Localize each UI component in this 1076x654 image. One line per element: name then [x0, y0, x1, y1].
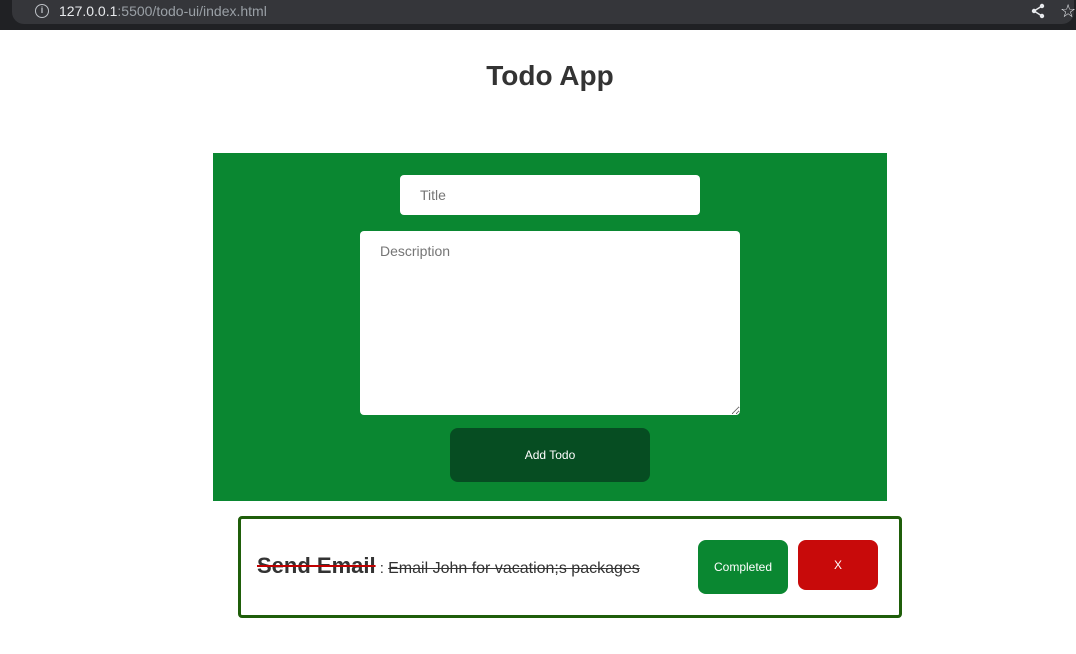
todo-title: Send Email [257, 553, 376, 578]
add-todo-button[interactable]: Add Todo [450, 428, 650, 482]
delete-button[interactable]: X [798, 540, 878, 590]
browser-toolbar: i 127.0.0.1:5500/todo-ui/index.html ☆ [0, 0, 1076, 30]
page-title: Todo App [486, 60, 614, 91]
url-text[interactable]: 127.0.0.1:5500/todo-ui/index.html [59, 3, 267, 19]
completed-button[interactable]: Completed [698, 540, 788, 594]
url-host: 127.0.0.1 [59, 3, 118, 19]
todo-description: Email John for vacation;s packages [388, 560, 640, 577]
todo-text: Send Email : Email John for vacation;s p… [257, 553, 640, 579]
share-icon[interactable] [1030, 3, 1046, 19]
todo-item: Send Email : Email John for vacation;s p… [238, 516, 902, 618]
todo-separator: : [375, 560, 389, 577]
info-icon[interactable]: i [35, 4, 49, 18]
address-bar[interactable]: i 127.0.0.1:5500/todo-ui/index.html [12, 0, 1074, 24]
title-input[interactable] [400, 175, 700, 215]
description-textarea[interactable] [360, 231, 740, 415]
todo-form: Add Todo [213, 153, 887, 501]
url-path: :5500/todo-ui/index.html [117, 3, 267, 19]
star-icon[interactable]: ☆ [1060, 0, 1076, 22]
